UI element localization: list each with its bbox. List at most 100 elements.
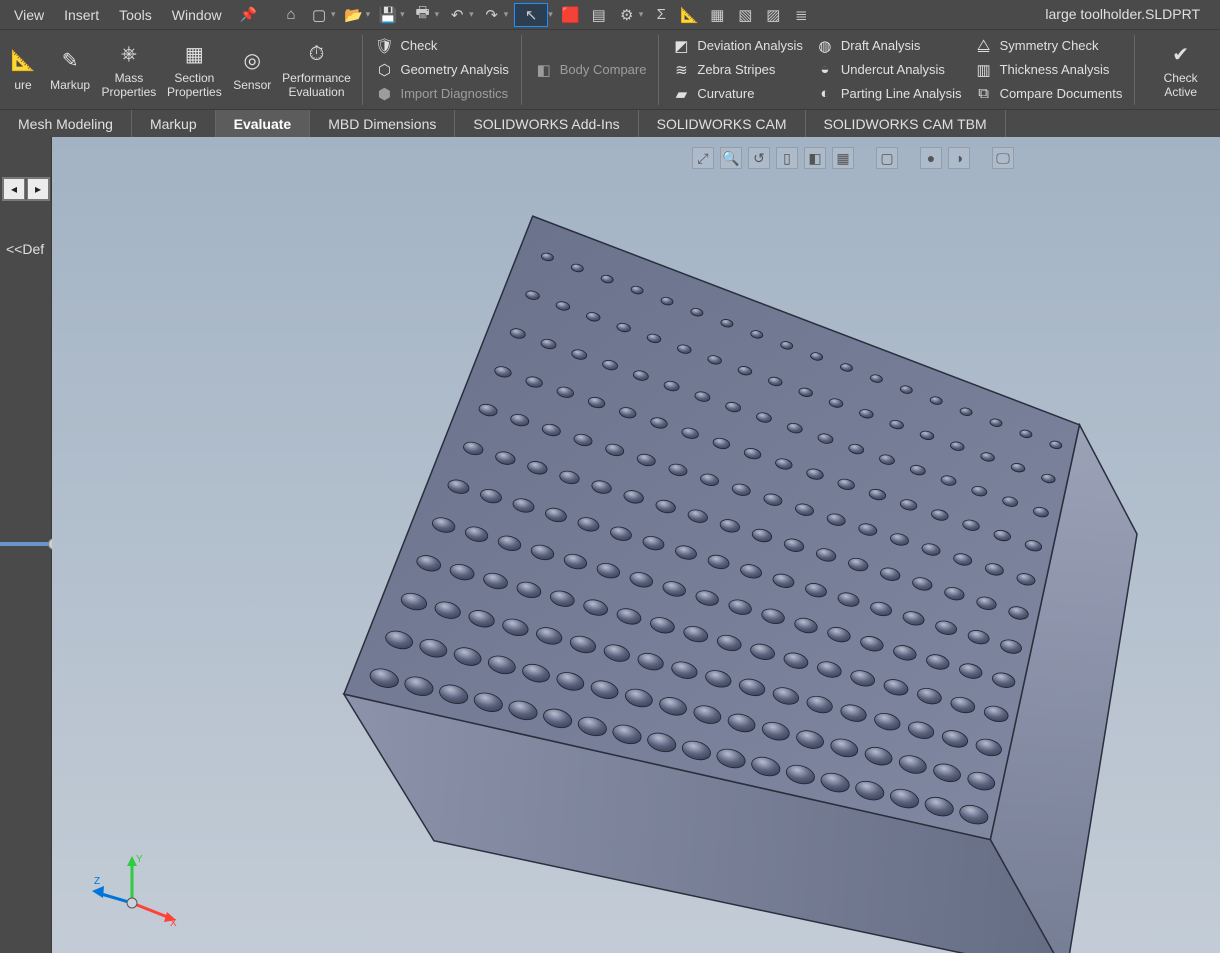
section-properties-button-label: Section Properties — [167, 72, 222, 98]
body-compare-button-icon: ◧ — [534, 60, 554, 80]
parting-line-analysis-button[interactable]: ◐Parting Line Analysis — [815, 82, 962, 106]
equations-icon[interactable]: Σ — [649, 3, 673, 27]
zoom-area-icon[interactable]: 🔍 — [720, 147, 742, 169]
import-diagnostics-button-icon: ⬢ — [374, 84, 394, 104]
menu-tools[interactable]: Tools — [109, 1, 162, 29]
mass-properties-button-label: Mass Properties — [102, 72, 157, 98]
sectionprops-icon[interactable]: ▧ — [733, 3, 757, 27]
home-icon[interactable]: ⌂ — [279, 3, 303, 27]
measure-button[interactable]: 📐ure — [2, 31, 44, 109]
tab-markup[interactable]: Markup — [132, 110, 216, 137]
graphics-viewport[interactable]: ⤢ 🔍 ↺ ▯ ◧ ▦ ▢ ● ◑ 🖵 — [52, 137, 1220, 953]
massprops-icon[interactable]: ▦ — [705, 3, 729, 27]
interference-icon[interactable]: ▨ — [761, 3, 785, 27]
new-icon[interactable]: ▢ — [307, 3, 331, 27]
zebra-stripes-button-icon: ≋ — [671, 60, 691, 80]
performance-eval-button-label: Performance Evaluation — [282, 72, 351, 98]
draft-analysis-button[interactable]: ◍Draft Analysis — [815, 34, 962, 58]
document-title: large toolholder.SLDPRT — [1045, 6, 1200, 22]
symmetry-check-button-label: Symmetry Check — [1000, 38, 1099, 53]
tab-solidworks-cam[interactable]: SOLIDWORKS CAM — [639, 110, 806, 137]
orientation-triad[interactable]: Y X Z — [92, 848, 182, 928]
menu-bar: ViewInsertToolsWindow 📌 ⌂▢▾📂▾💾▾🖶▾↶▾↷▾↖▾🟥… — [0, 0, 1220, 30]
measure-icon[interactable]: 📐 — [677, 3, 701, 27]
undercut-analysis-button-label: Undercut Analysis — [841, 62, 945, 77]
curvature-button-label: Curvature — [697, 86, 754, 101]
redo-icon-dropdown[interactable]: ▾ — [504, 9, 509, 20]
tab-next-button[interactable]: ▸ — [27, 178, 49, 200]
undercut-analysis-button[interactable]: ◒Undercut Analysis — [815, 58, 962, 82]
hide-show-icon[interactable]: ▢ — [876, 147, 898, 169]
rebuild-icon[interactable]: 🟥 — [559, 3, 583, 27]
compare-documents-button-icon: ⧉ — [974, 84, 994, 104]
tab-mesh-modeling[interactable]: Mesh Modeling — [0, 110, 132, 137]
list-gray-icon[interactable]: ≣ — [789, 3, 813, 27]
zebra-stripes-button[interactable]: ≋ Zebra Stripes — [671, 58, 803, 82]
markup-button[interactable]: ✎Markup — [44, 31, 96, 109]
open-icon-dropdown[interactable]: ▾ — [366, 9, 371, 20]
check-active-button[interactable]: ✔Check Active — [1141, 31, 1220, 109]
menu-view[interactable]: View — [4, 1, 54, 29]
options-list-icon[interactable]: ▤ — [587, 3, 611, 27]
pin-icon[interactable]: 📌 — [232, 0, 265, 29]
axis-x-label: X — [170, 918, 177, 928]
compare-documents-button[interactable]: ⧉Compare Documents — [974, 82, 1123, 106]
tab-mbd-dimensions[interactable]: MBD Dimensions — [310, 110, 455, 137]
quick-access-toolbar: ⌂▢▾📂▾💾▾🖶▾↶▾↷▾↖▾🟥▤⚙▾Σ📐▦▧▨≣ — [279, 3, 813, 27]
open-icon[interactable]: 📂 — [342, 3, 366, 27]
undo-icon[interactable]: ↶ — [445, 3, 469, 27]
deviation-analysis-button-label: Deviation Analysis — [697, 38, 803, 53]
configuration-label[interactable]: <<Def — [2, 237, 48, 261]
view-settings-icon[interactable]: 🖵 — [992, 147, 1014, 169]
tab-evaluate[interactable]: Evaluate — [216, 110, 311, 137]
mass-properties-button[interactable]: ⎈Mass Properties — [96, 31, 161, 109]
axis-y-label: Y — [136, 854, 143, 865]
curvature-button[interactable]: ▰Curvature — [671, 82, 803, 106]
view-orient-icon[interactable]: ◧ — [804, 147, 826, 169]
zebra-stripes-button-label: Zebra Stripes — [697, 62, 775, 77]
new-icon-dropdown[interactable]: ▾ — [331, 9, 336, 20]
symmetry-check-button-icon: ⧋ — [974, 36, 994, 56]
tab-solidworks-addins[interactable]: SOLIDWORKS Add-Ins — [455, 110, 638, 137]
save-icon-dropdown[interactable]: ▾ — [400, 9, 405, 20]
section-properties-button-icon: ▦ — [180, 40, 208, 68]
sensor-button-label: Sensor — [233, 79, 271, 92]
tab-prev-button[interactable]: ◂ — [3, 178, 25, 200]
check-active-button-label: Check Active — [1149, 72, 1212, 98]
sensor-button-icon: ◎ — [238, 47, 266, 75]
deviation-analysis-button[interactable]: ◩Deviation Analysis — [671, 34, 803, 58]
check-button[interactable]: 🛡Check — [374, 34, 508, 58]
edit-appearance-icon[interactable]: ● — [920, 147, 942, 169]
draft-analysis-button-label: Draft Analysis — [841, 38, 920, 53]
options-gear-icon[interactable]: ⚙ — [615, 3, 639, 27]
redo-icon[interactable]: ↷ — [480, 3, 504, 27]
menu-window[interactable]: Window — [162, 1, 232, 29]
section-view-icon[interactable]: ▯ — [776, 147, 798, 169]
select-icon[interactable]: ↖ — [514, 3, 548, 27]
zoom-fit-icon[interactable]: ⤢ — [692, 147, 714, 169]
parting-line-analysis-button-icon: ◐ — [815, 84, 835, 104]
geometry-analysis-button[interactable]: ⬡Geometry Analysis — [374, 58, 508, 82]
display-style-icon[interactable]: ▦ — [832, 147, 854, 169]
thickness-analysis-button[interactable]: ▥Thickness Analysis — [974, 58, 1123, 82]
command-manager-tabs: Mesh ModelingMarkupEvaluateMBD Dimension… — [0, 110, 1220, 137]
symmetry-check-button[interactable]: ⧋ Symmetry Check — [974, 34, 1123, 58]
select-icon-dropdown[interactable]: ▾ — [548, 9, 553, 20]
save-icon[interactable]: 💾 — [376, 3, 400, 27]
sensor-button[interactable]: ◎ Sensor — [227, 31, 277, 109]
apply-scene-icon[interactable]: ◑ — [948, 147, 970, 169]
axis-z-label: Z — [94, 876, 100, 887]
geometry-analysis-button-label: Geometry Analysis — [400, 62, 508, 77]
options-gear-icon-dropdown[interactable]: ▾ — [639, 9, 644, 20]
menu-insert[interactable]: Insert — [54, 1, 109, 29]
tab-solidworks-cam-tbm[interactable]: SOLIDWORKS CAM TBM — [806, 110, 1006, 137]
undo-icon-dropdown[interactable]: ▾ — [469, 9, 474, 20]
model-3d[interactable] — [307, 194, 1187, 953]
prev-view-icon[interactable]: ↺ — [748, 147, 770, 169]
performance-eval-button[interactable]: ⏱Performance Evaluation — [277, 31, 355, 109]
print-icon-dropdown[interactable]: ▾ — [435, 9, 440, 20]
heads-up-view-toolbar: ⤢ 🔍 ↺ ▯ ◧ ▦ ▢ ● ◑ 🖵 — [692, 147, 1014, 169]
print-icon[interactable]: 🖶 — [411, 3, 435, 27]
section-properties-button[interactable]: ▦ Section Properties — [162, 31, 227, 109]
ribbon-evaluate: 📐ure✎Markup⎈Mass Properties ▦ Section Prop… — [0, 30, 1220, 110]
